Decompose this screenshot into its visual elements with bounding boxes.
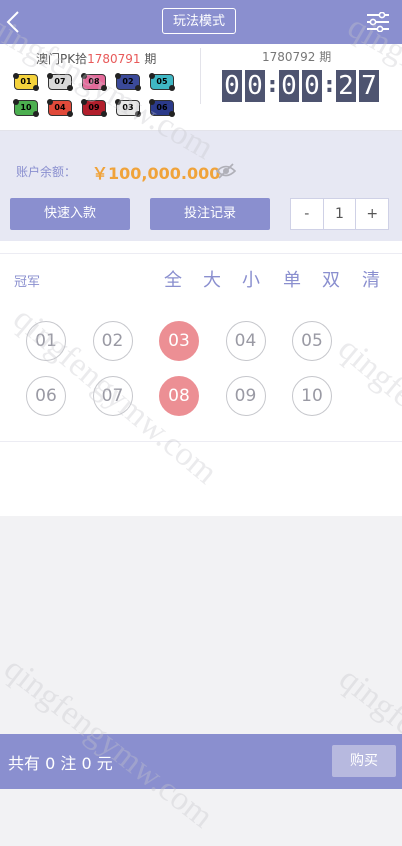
filter-clear[interactable]: 清 — [362, 266, 380, 292]
timer-digit: 0 — [279, 70, 299, 102]
chevron-left-icon — [6, 11, 19, 33]
result-car-10: 06 — [149, 99, 175, 117]
result-car-8: 09 — [81, 99, 107, 117]
result-car-9: 03 — [115, 99, 141, 117]
filter-odd[interactable]: 单 — [283, 266, 301, 292]
back-button[interactable] — [6, 10, 28, 34]
filter-all[interactable]: 全 — [164, 266, 182, 292]
panel-divider — [200, 48, 201, 104]
timer-digit: 7 — [359, 70, 379, 102]
buy-button[interactable]: 购买 — [332, 745, 396, 777]
hide-balance-toggle[interactable] — [215, 163, 237, 179]
result-car-2: 07 — [47, 73, 73, 91]
number-ball-04[interactable]: 04 — [225, 321, 266, 361]
bet-summary: 共有 0 注 0 元 — [8, 754, 113, 773]
category-label: 冠军 — [14, 275, 41, 290]
quick-deposit-button[interactable]: 快速入款 — [10, 198, 130, 230]
result-car-3: 08 — [81, 73, 107, 91]
next-draw-title: 1780792 期 — [262, 50, 332, 64]
result-car-7: 04 — [47, 99, 73, 117]
timer-colon: : — [325, 73, 334, 98]
multiplier-stepper: - 1 + — [290, 198, 389, 230]
blank-area — [0, 441, 402, 516]
number-ball-10[interactable]: 10 — [292, 376, 332, 416]
filter-big[interactable]: 大 — [203, 266, 221, 292]
timer-digit: 0 — [245, 70, 265, 102]
number-ball-09[interactable]: 09 — [225, 376, 266, 416]
balance-value: ￥100,000.000 — [92, 164, 221, 183]
countdown-timer: 00:00:27 — [222, 70, 382, 102]
timer-digit: 2 — [336, 70, 356, 102]
number-ball-01[interactable]: 01 — [26, 321, 66, 361]
multiplier-value[interactable]: 1 — [322, 199, 357, 229]
result-car-5: 05 — [149, 73, 175, 91]
number-ball-06[interactable]: 06 — [26, 376, 66, 416]
number-ball-08[interactable]: 08 — [159, 376, 199, 416]
number-ball-02[interactable]: 02 — [92, 321, 133, 361]
play-mode-button[interactable]: 玩法模式 — [162, 8, 236, 34]
section-divider — [0, 253, 402, 254]
timer-digit: 0 — [222, 70, 242, 102]
bet-records-button[interactable]: 投注记录 — [150, 198, 270, 230]
filter-small[interactable]: 小 — [242, 266, 260, 292]
timer-digit: 0 — [302, 70, 322, 102]
result-car-6: 10 — [13, 99, 39, 117]
increment-button[interactable]: + — [356, 199, 388, 229]
timer-colon: : — [268, 73, 277, 98]
number-ball-07[interactable]: 07 — [92, 376, 133, 416]
filter-even[interactable]: 双 — [322, 266, 340, 292]
last-draw-title: 澳门PK拾1780791 期 — [36, 52, 157, 66]
settings-button[interactable] — [366, 12, 390, 32]
last-issue-number: 1780791 — [87, 52, 141, 66]
result-car-1: 01 — [13, 73, 39, 91]
sliders-icon — [367, 12, 389, 32]
result-car-4: 02 — [115, 73, 141, 91]
last-draw-results: 01 07 08 02 05 10 04 09 03 06 — [13, 73, 186, 126]
balance-label: 账户余额： — [16, 165, 77, 179]
number-ball-03[interactable]: 03 — [159, 321, 199, 361]
eye-slash-icon — [215, 163, 237, 179]
decrement-button[interactable]: - — [291, 199, 323, 229]
number-ball-05[interactable]: 05 — [292, 321, 332, 361]
